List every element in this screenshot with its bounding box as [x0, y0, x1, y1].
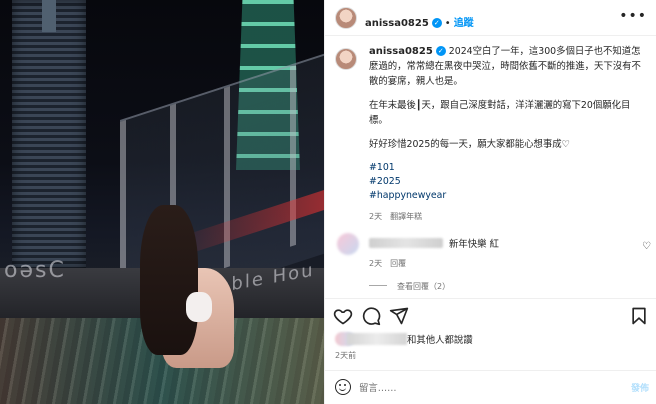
separator-dot: •: [444, 18, 451, 29]
person-hair: [140, 205, 198, 355]
reply-button[interactable]: 回覆: [390, 259, 406, 268]
commenter-username[interactable]: [369, 238, 443, 248]
post-header: anissa0825 ✓ • 追蹤 •••: [325, 0, 656, 36]
hashtag-link[interactable]: #2025: [369, 175, 649, 189]
comment-meta: 2天 回覆: [369, 258, 414, 269]
liker-usernames[interactable]: [347, 333, 407, 345]
likes-text: 和其他人都說讚: [407, 335, 473, 346]
commenter-avatar[interactable]: [337, 233, 359, 255]
comment-time: 2天: [369, 259, 383, 268]
post-time: 2天前: [335, 351, 357, 360]
caption-text: anissa0825 ✓ 2024空白了一年，這300多個日子也不知道怎麼過的，常…: [369, 44, 649, 224]
post-panel: anissa0825 ✓ • 追蹤 ••• anissa0825 ✓ 2024空白了一年…: [324, 0, 656, 404]
caption-paragraph-2: 在年末最後┃天，跟自己深度對話，洋洋灑灑的寫下20個願化目標。: [369, 100, 631, 126]
caption-time: 2天: [369, 212, 383, 221]
author-avatar[interactable]: [335, 7, 357, 29]
neon-sign-left: oəsC: [4, 258, 66, 283]
caption-username[interactable]: anissa0825: [369, 46, 433, 57]
swimsuit-strap: [186, 292, 212, 322]
hashtag-link[interactable]: #101: [369, 161, 649, 175]
post-actions: [325, 298, 656, 334]
skyscraper-left: [12, 0, 86, 268]
verified-badge-icon: ✓: [431, 18, 442, 28]
like-heart-icon[interactable]: [333, 306, 353, 326]
view-replies-link[interactable]: 查看回覆（2）: [369, 281, 450, 292]
likes-summary[interactable]: 和其他人都說讚: [335, 332, 473, 346]
follow-button[interactable]: 追蹤: [454, 18, 474, 29]
comment-like-heart-icon[interactable]: ♡: [642, 241, 651, 252]
verified-badge-icon: ✓: [435, 46, 446, 56]
more-options-icon[interactable]: •••: [619, 8, 647, 24]
add-comment-bar: 發佈: [325, 370, 656, 404]
share-send-icon[interactable]: [389, 306, 409, 326]
save-bookmark-icon[interactable]: [629, 306, 649, 326]
hashtag-link[interactable]: #happynewyear: [369, 189, 649, 203]
caption-author-avatar[interactable]: [335, 48, 357, 70]
post-comment-button[interactable]: 發佈: [631, 381, 649, 394]
comment-item: 新年快樂 紅 2天 回覆 ♡: [335, 233, 651, 277]
emoji-icon[interactable]: [335, 379, 351, 395]
caption-paragraph-3: 好好珍惜2025的每一天，願大家都能心想事成♡: [369, 139, 571, 150]
translate-link[interactable]: 翻譯年糕: [390, 212, 422, 221]
comment-bubble-icon[interactable]: [361, 306, 381, 326]
caption-meta: 2天 翻譯年糕: [369, 209, 649, 224]
comment-text: 新年快樂 紅: [449, 239, 499, 250]
comment-input[interactable]: [359, 379, 609, 397]
author-username[interactable]: anissa0825: [365, 18, 429, 29]
post-photo[interactable]: oəsC nble Hou: [0, 0, 324, 404]
